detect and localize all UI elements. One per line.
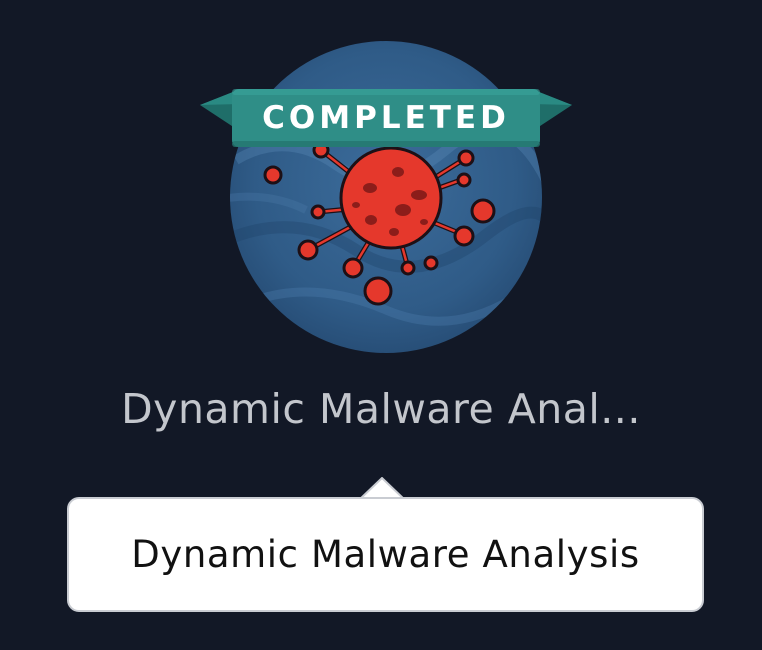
course-card[interactable]: COMPLETED Dynamic Malware Anal... Dynami…	[0, 0, 762, 650]
tooltip-text: Dynamic Malware Analysis	[131, 533, 640, 576]
ribbon	[200, 89, 572, 147]
course-title-tooltip: Dynamic Malware Analysis	[67, 497, 704, 612]
course-badge	[200, 41, 572, 353]
course-title[interactable]: Dynamic Malware Anal...	[0, 385, 762, 433]
